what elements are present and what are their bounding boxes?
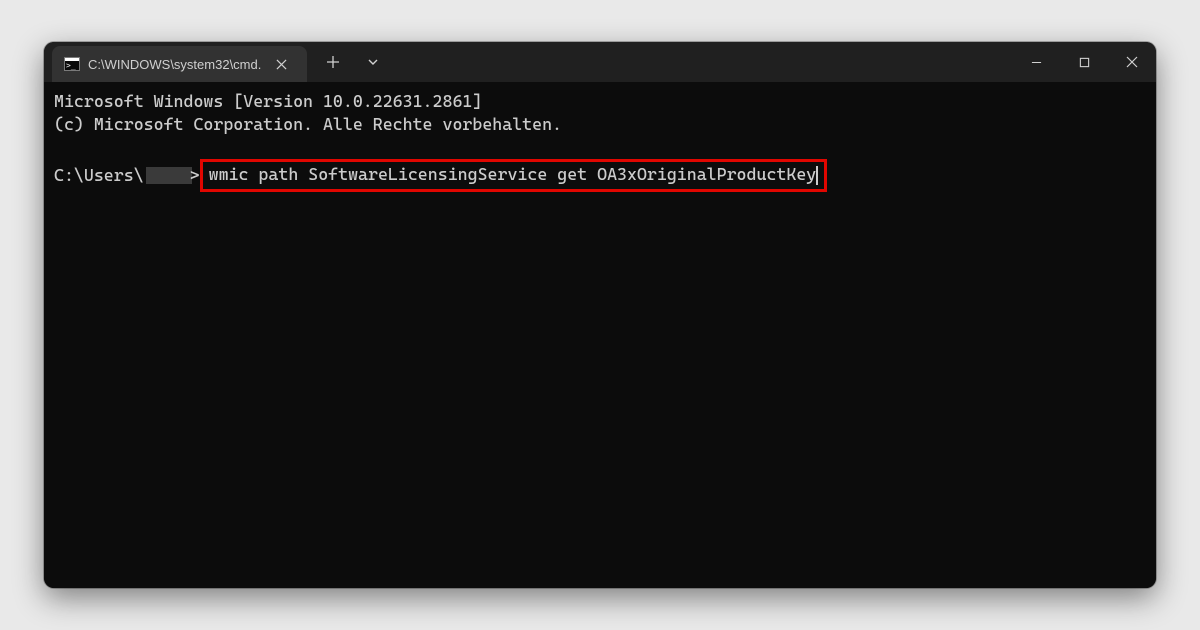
banner-copyright: (c) Microsoft Corporation. Alle Rechte v…	[54, 114, 562, 134]
minimize-button[interactable]	[1012, 42, 1060, 82]
tab-cmd[interactable]: >_ C:\WINDOWS\system32\cmd.	[52, 46, 307, 82]
maximize-button[interactable]	[1060, 42, 1108, 82]
titlebar[interactable]: >_ C:\WINDOWS\system32\cmd.	[44, 42, 1156, 82]
redacted-username	[146, 167, 192, 184]
text-cursor	[816, 166, 818, 185]
window-controls	[1012, 42, 1156, 82]
close-window-button[interactable]	[1108, 42, 1156, 82]
tab-close-button[interactable]	[269, 52, 293, 76]
terminal-body[interactable]: Microsoft Windows [Version 10.0.22631.28…	[44, 82, 1156, 588]
terminal-icon: >_	[64, 57, 80, 71]
tab-dropdown-button[interactable]	[353, 42, 393, 82]
prompt-suffix: >	[190, 164, 200, 187]
prompt-prefix: C:\Users\	[54, 164, 144, 187]
command-text: wmic path SoftwareLicensingService get O…	[209, 164, 817, 184]
banner-version: Microsoft Windows [Version 10.0.22631.28…	[54, 91, 482, 111]
new-tab-button[interactable]	[313, 42, 353, 82]
command-highlight-box: wmic path SoftwareLicensingService get O…	[200, 159, 827, 192]
terminal-window: >_ C:\WINDOWS\system32\cmd. Microsoft Wi…	[44, 42, 1156, 588]
tab-title: C:\WINDOWS\system32\cmd.	[88, 57, 261, 72]
